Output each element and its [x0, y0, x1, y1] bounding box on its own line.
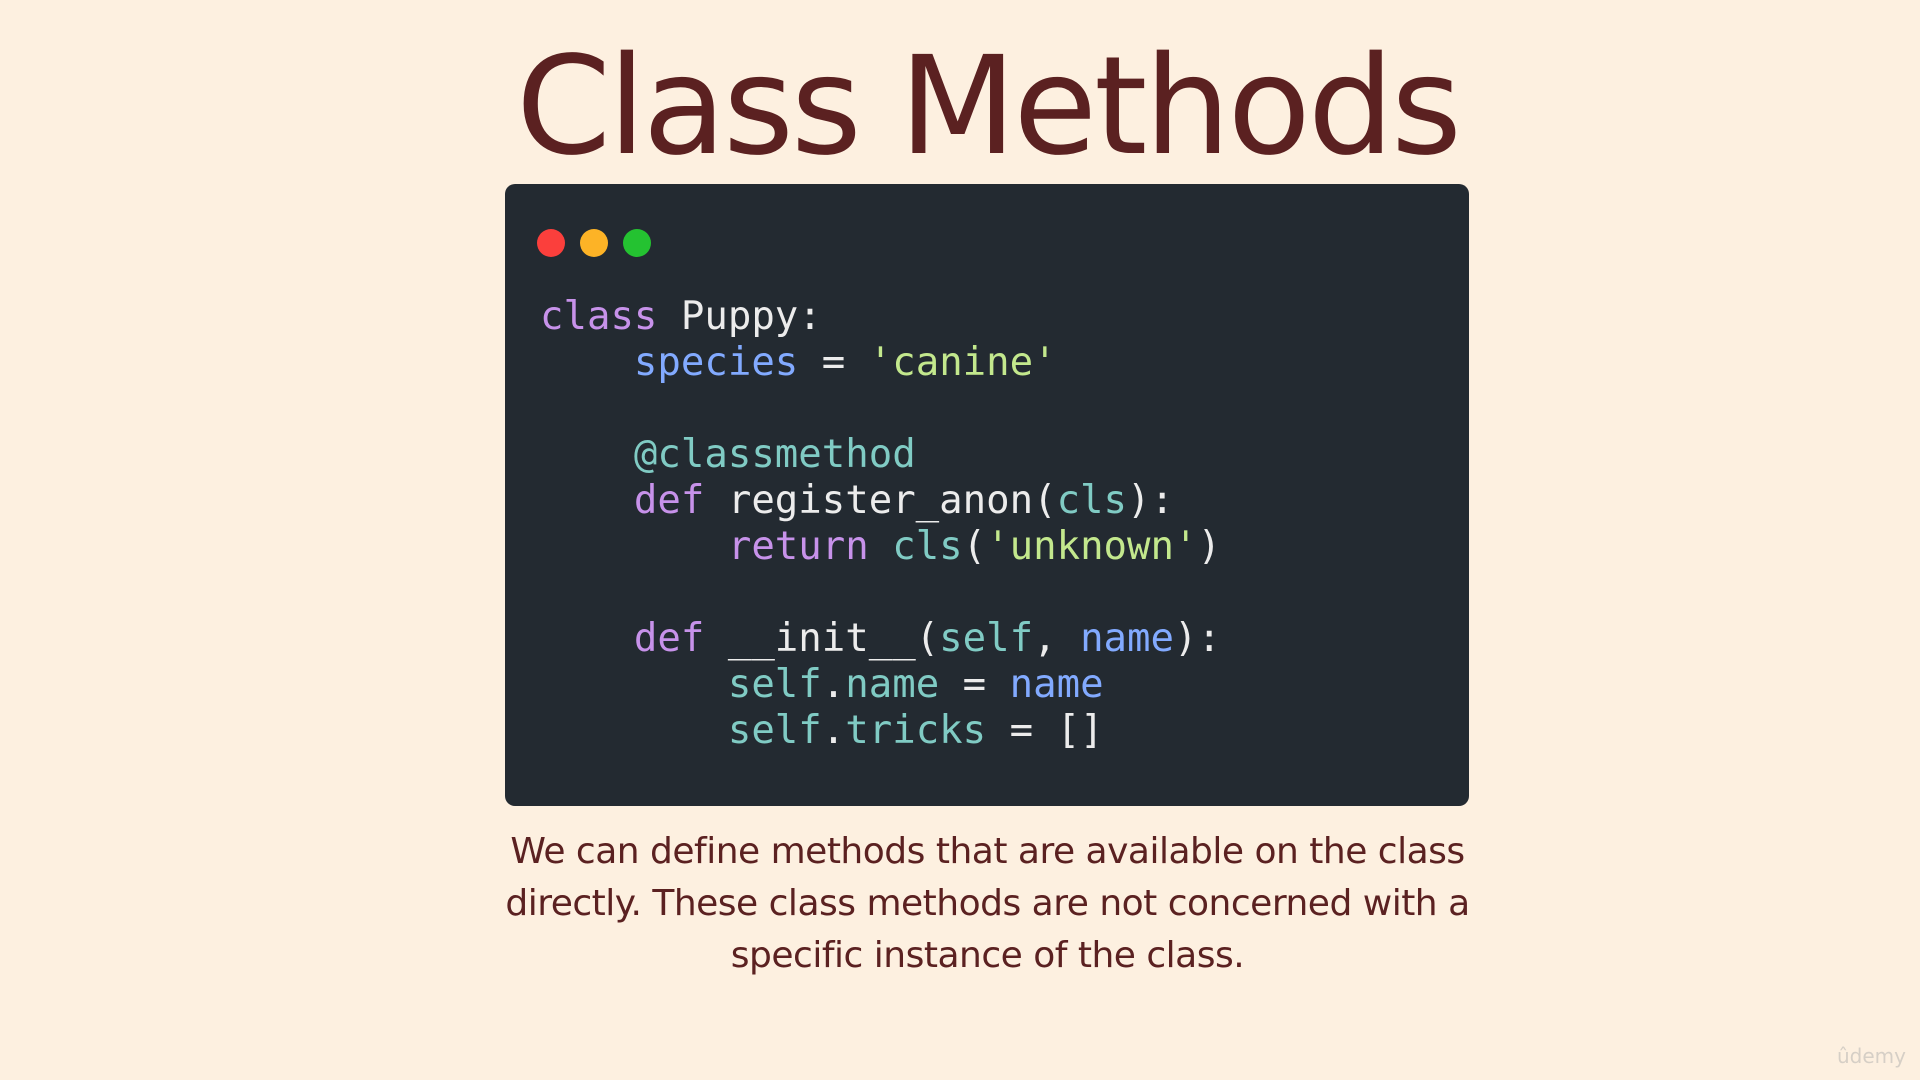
code-token: )	[1197, 524, 1221, 569]
code-token: name	[1009, 662, 1104, 707]
slide-title: Class Methods	[516, 28, 1462, 186]
code-token: species	[633, 340, 799, 385]
caption-line: We can define methods that are available…	[510, 831, 1465, 872]
code-token: cls	[892, 524, 963, 569]
code-token: self	[727, 708, 822, 753]
code-line: @classmethod	[540, 432, 1221, 478]
udemy-watermark: ûdemy	[1837, 1044, 1906, 1068]
code-line: species = 'canine'	[540, 340, 1221, 386]
code-token: self	[727, 662, 822, 707]
window-maximize-dot-icon	[623, 229, 651, 257]
code-token: = []	[986, 708, 1104, 753]
code-line: return cls('unknown')	[540, 524, 1221, 570]
slide-caption: We can define methods that are available…	[495, 826, 1480, 982]
code-token: 'unknown'	[986, 524, 1198, 569]
code-block: class Puppy: species = 'canine' @classme…	[540, 294, 1221, 754]
code-token: ,	[1033, 616, 1081, 661]
caption-line: specific instance of the class.	[730, 935, 1245, 976]
code-token: =	[798, 340, 869, 385]
code-token: register_anon(	[727, 478, 1057, 523]
code-token: def	[633, 616, 728, 661]
code-line: def register_anon(cls):	[540, 478, 1221, 524]
code-token: name	[1080, 616, 1174, 661]
window-minimize-dot-icon	[580, 229, 608, 257]
code-token: name	[845, 662, 940, 707]
window-close-dot-icon	[537, 229, 565, 257]
code-token: ):	[1173, 616, 1221, 661]
code-token: __init__(	[727, 616, 940, 661]
code-token: .	[821, 708, 846, 753]
code-line: self.name = name	[540, 662, 1221, 708]
code-token: (	[962, 524, 987, 569]
code-token: .	[821, 662, 846, 707]
code-token: @classmethod	[633, 432, 916, 477]
code-line: self.tricks = []	[540, 708, 1221, 754]
code-token: return	[727, 524, 893, 569]
code-token: cls	[1056, 478, 1128, 523]
code-token: 'canine'	[868, 340, 1057, 385]
code-token: class	[540, 294, 681, 339]
code-token: =	[939, 662, 1010, 707]
code-line: class Puppy:	[540, 294, 1221, 340]
caption-line: directly. These class methods are not co…	[505, 883, 1470, 924]
code-token: ):	[1127, 478, 1174, 523]
code-token: self	[939, 616, 1034, 661]
code-line: def __init__(self, name):	[540, 616, 1221, 662]
code-token: tricks	[845, 708, 987, 753]
code-token: Puppy:	[680, 294, 822, 339]
code-token: def	[633, 478, 728, 523]
code-window: class Puppy: species = 'canine' @classme…	[505, 184, 1469, 806]
